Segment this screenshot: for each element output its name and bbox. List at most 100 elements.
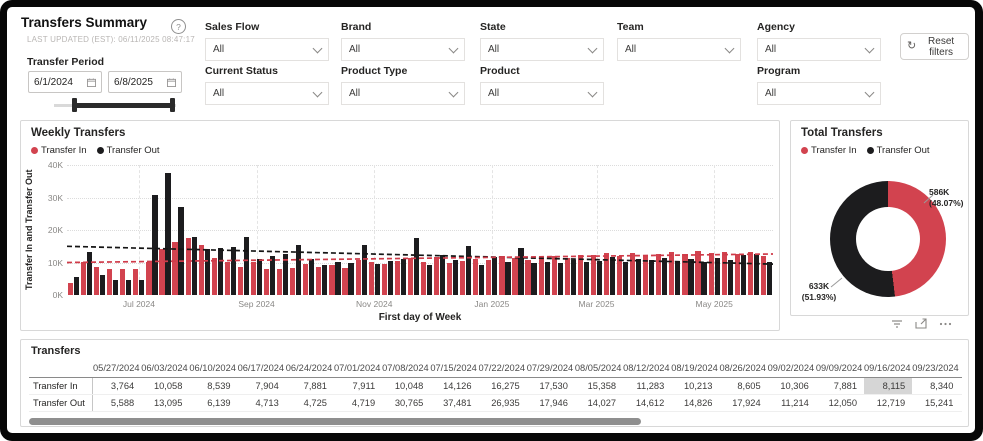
bar-transfer-out[interactable] [400,258,406,295]
bar-transfer-in[interactable] [407,257,414,295]
table-cell[interactable]: 4,713 [238,395,286,411]
table-header-cell[interactable]: 06/24/2024 [286,360,334,377]
table-row-label[interactable]: Transfer Out [29,395,93,411]
bar-transfer-in[interactable] [577,255,583,295]
table-cell[interactable]: 17,530 [527,378,575,394]
bar-transfer-out[interactable] [152,195,158,295]
bar-transfer-in[interactable] [486,260,492,295]
bar-transfer-out[interactable] [296,245,302,295]
bar-transfer-out[interactable] [727,260,733,295]
table-header-cell[interactable]: 06/10/2024 [189,360,237,377]
table-cell[interactable]: 14,027 [575,395,623,411]
bar-transfer-in[interactable] [447,263,453,295]
filter-dropdown-sales-flow[interactable]: All [205,38,329,61]
bar-transfer-out[interactable] [714,258,720,295]
bar-transfer-in[interactable] [747,251,753,295]
table-cell[interactable]: 8,605 [719,378,767,394]
table-cell[interactable]: 16,275 [479,378,527,394]
bar-transfer-out[interactable] [505,261,511,295]
bar-transfer-out[interactable] [256,258,263,295]
filter-dropdown-team[interactable]: All [617,38,741,61]
bar-transfer-in[interactable] [146,262,152,295]
bar-transfer-out[interactable] [688,259,694,295]
table-header-cell[interactable]: 07/15/2024 [430,360,478,377]
table-cell[interactable]: 14,126 [430,378,478,394]
bar-transfer-out[interactable] [557,262,563,295]
table-header-cell[interactable]: 07/01/2024 [334,360,382,377]
filter-dropdown-state[interactable]: All [480,38,604,61]
filter-dropdown-brand[interactable]: All [341,38,465,61]
bar-transfer-out[interactable] [309,259,315,295]
table-row-label[interactable]: Transfer In [29,378,93,394]
table-cell[interactable]: 13,095 [141,395,189,411]
bar-transfer-out[interactable] [701,262,707,295]
bar-transfer-in[interactable] [708,253,714,295]
bar-transfer-in[interactable] [643,255,649,295]
table-cell[interactable]: 4,719 [334,395,382,411]
bar-transfer-in[interactable] [172,242,178,295]
table-cell[interactable]: 7,881 [286,378,334,394]
table-cell[interactable]: 37,481 [430,395,478,411]
table-header-cell[interactable]: 07/08/2024 [382,360,430,377]
bar-transfer-in[interactable] [564,257,570,295]
bar-transfer-in[interactable] [211,258,217,295]
filter-icon[interactable] [891,319,903,329]
table-header-cell[interactable]: 06/17/2024 [238,360,286,377]
table-header-cell[interactable]: 06/03/2024 [141,360,189,377]
bar-transfer-in[interactable] [303,263,309,295]
bar-transfer-out[interactable] [636,258,642,295]
bar-transfer-out[interactable] [583,262,589,295]
bar-transfer-in[interactable] [342,268,348,295]
slider-handle-end[interactable] [170,98,175,112]
table-header-cell[interactable]: 09/16/2024 [864,360,912,377]
table-cell[interactable]: 11,214 [768,395,816,411]
bar-transfer-in[interactable] [355,259,361,295]
bar-transfer-in[interactable] [669,252,675,295]
bar-transfer-out[interactable] [753,254,759,295]
bar-transfer-in[interactable] [316,266,322,295]
slider-selected-range[interactable] [74,103,172,108]
bar-transfer-in[interactable] [277,268,283,295]
bar-transfer-in[interactable] [381,264,387,295]
bar-transfer-out[interactable] [675,261,681,295]
table-cell[interactable]: 15,358 [575,378,623,394]
focus-mode-icon[interactable] [915,318,927,329]
bar-transfer-in[interactable] [512,258,518,295]
bar-transfer-out[interactable] [73,276,80,295]
bar-transfer-in[interactable] [603,253,610,295]
end-date-input[interactable]: 6/8/2025 [108,71,182,93]
table-cell[interactable]: 14,826 [671,395,719,411]
bar-transfer-out[interactable] [466,245,472,295]
bar-transfer-out[interactable] [453,260,459,295]
table-cell[interactable]: 30,765 [382,395,430,411]
table-cell[interactable]: 12,719 [864,395,912,411]
bar-transfer-in[interactable] [133,269,139,295]
bar-transfer-in[interactable] [695,251,701,295]
bar-transfer-out[interactable] [570,259,576,295]
table-cell[interactable]: 17,946 [527,395,575,411]
table-cell[interactable]: 12,050 [816,395,864,411]
table-cell[interactable]: 6,139 [189,395,237,411]
bar-transfer-in[interactable] [237,267,244,295]
bar-transfer-out[interactable] [740,254,746,295]
bar-transfer-out[interactable] [139,279,145,295]
filter-dropdown-current-status[interactable]: All [205,82,329,105]
bar-transfer-out[interactable] [230,246,236,295]
bar-transfer-in[interactable] [617,255,623,295]
bar-transfer-out[interactable] [413,238,420,295]
bar-transfer-out[interactable] [662,257,668,295]
table-header-cell[interactable]: 07/22/2024 [479,360,527,377]
bar-transfer-out[interactable] [243,236,250,295]
bar-transfer-out[interactable] [649,259,655,295]
bar-transfer-out[interactable] [270,255,276,295]
start-date-input[interactable]: 6/1/2024 [28,71,102,93]
table-cell[interactable]: 3,764 [93,378,141,394]
bar-transfer-in[interactable] [460,261,466,295]
bar-transfer-out[interactable] [217,247,223,295]
bar-transfer-in[interactable] [734,254,740,295]
bar-transfer-in[interactable] [224,261,230,295]
bar-transfer-in[interactable] [499,256,505,295]
table-cell[interactable]: 11,283 [623,378,671,394]
table-cell[interactable]: 14,612 [623,395,671,411]
bar-transfer-in[interactable] [538,257,544,295]
